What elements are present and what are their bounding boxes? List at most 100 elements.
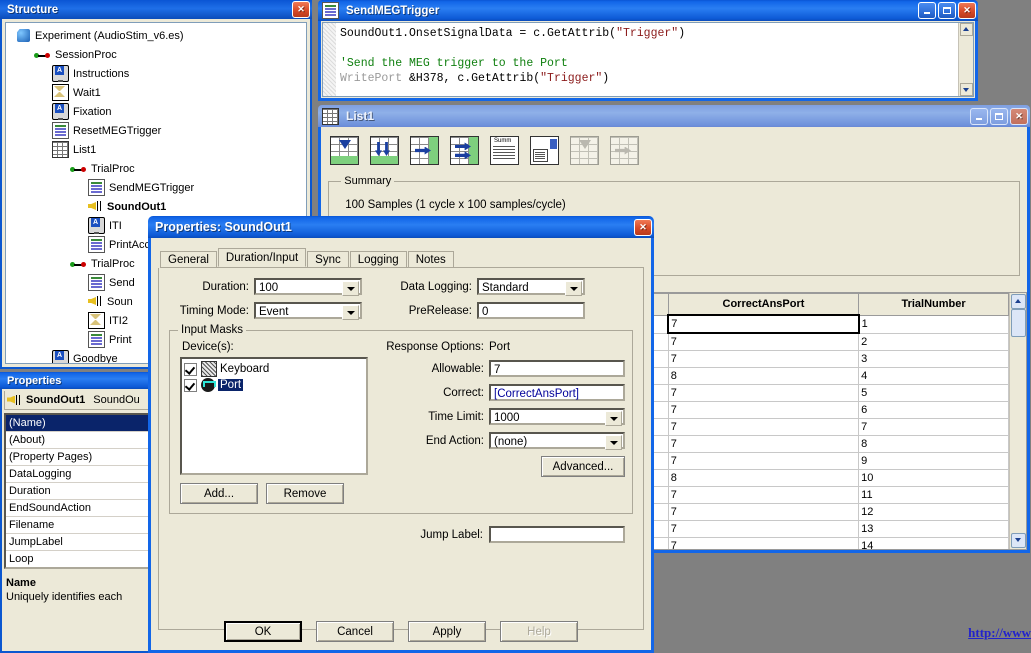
table-cell[interactable]: 11 — [859, 487, 1009, 504]
code-editor[interactable]: SoundOut1.OnsetSignalData = c.GetAttrib(… — [322, 22, 974, 97]
timing-mode-combo[interactable]: Event — [254, 302, 362, 319]
ok-button[interactable]: OK — [224, 621, 302, 642]
table-cell[interactable]: 3 — [859, 351, 1009, 368]
checkbox-checked-icon[interactable] — [184, 363, 197, 376]
property-row[interactable]: DataLogging — [6, 466, 149, 483]
table-cell[interactable]: 2 — [859, 333, 1009, 351]
duration-combo[interactable]: 100 — [254, 278, 362, 295]
table-cell[interactable]: 7 — [859, 419, 1009, 436]
tree-item-fixation[interactable]: Fixation — [6, 102, 306, 121]
table-cell[interactable]: 7 — [668, 351, 858, 368]
scroll-down-icon[interactable] — [960, 83, 973, 96]
table-cell[interactable]: 7 — [668, 333, 858, 351]
property-row[interactable]: Filename — [6, 517, 149, 534]
table-cell[interactable]: 7 — [668, 315, 858, 333]
properties-list[interactable]: (Name)(About)(Property Pages)DataLogging… — [4, 413, 151, 569]
tab-duration-input[interactable]: Duration/Input — [218, 248, 306, 267]
table-cell[interactable]: 8 — [668, 368, 858, 385]
table-cell[interactable]: 12 — [859, 504, 1009, 521]
table-cell[interactable]: 14 — [859, 538, 1009, 550]
maximize-icon[interactable] — [990, 108, 1008, 125]
list1-titlebar[interactable]: List1 ✕ — [318, 105, 1030, 127]
property-row[interactable]: EndSoundAction — [6, 500, 149, 517]
code-scrollbar[interactable] — [958, 23, 973, 96]
edit-list-icon[interactable] — [526, 132, 563, 169]
add-level-icon[interactable] — [326, 132, 363, 169]
dialog-titlebar[interactable]: Properties: SoundOut1 ✕ — [148, 216, 654, 238]
table-cell[interactable]: 7 — [668, 419, 858, 436]
add-multiple-attributes-icon[interactable] — [446, 132, 483, 169]
table-cell[interactable]: 13 — [859, 521, 1009, 538]
table-cell[interactable]: 6 — [859, 402, 1009, 419]
remove-device-button[interactable]: Remove — [266, 483, 344, 504]
tree-item-sessionproc[interactable]: SessionProc — [6, 45, 306, 64]
close-icon[interactable]: ✕ — [1010, 108, 1028, 125]
cancel-button[interactable]: Cancel — [316, 621, 394, 642]
property-row[interactable]: (Name) — [6, 415, 149, 432]
chevron-down-icon[interactable] — [342, 305, 359, 320]
table-cell[interactable]: 8 — [859, 436, 1009, 453]
end-action-combo[interactable]: (none) — [489, 432, 625, 449]
tree-item-sendmegtrigger[interactable]: SendMEGTrigger — [6, 178, 306, 197]
scroll-thumb[interactable] — [1011, 309, 1026, 337]
properties-object-selector[interactable]: SoundOut1 SoundOu — [4, 391, 151, 410]
tree-item-wait1[interactable]: Wait1 — [6, 83, 306, 102]
tree-item-resetmegtrigger[interactable]: ResetMEGTrigger — [6, 121, 306, 140]
table-cell[interactable]: 4 — [859, 368, 1009, 385]
code-window-titlebar[interactable]: SendMEGTrigger ✕ — [318, 0, 978, 21]
maximize-icon[interactable] — [938, 2, 956, 19]
tree-item-list1[interactable]: List1 — [6, 140, 306, 159]
structure-titlebar[interactable]: Structure ✕ — [0, 0, 312, 19]
code-text[interactable]: SoundOut1.OnsetSignalData = c.GetAttrib(… — [336, 23, 958, 96]
tree-item-trialproc[interactable]: TrialProc — [6, 159, 306, 178]
prerelease-input[interactable]: 0 — [477, 302, 585, 319]
property-row[interactable]: (About) — [6, 432, 149, 449]
table-cell[interactable]: 7 — [668, 504, 858, 521]
apply-button[interactable]: Apply — [408, 621, 486, 642]
column-header-correctansport[interactable]: CorrectAnsPort — [668, 294, 858, 316]
property-row[interactable]: (Property Pages) — [6, 449, 149, 466]
advanced-button[interactable]: Advanced... — [541, 456, 625, 477]
column-header-trialnumber[interactable]: TrialNumber — [859, 294, 1009, 316]
close-icon[interactable]: ✕ — [634, 219, 652, 236]
tree-item-instructions[interactable]: Instructions — [6, 64, 306, 83]
table-cell[interactable]: 9 — [859, 453, 1009, 470]
table-cell[interactable]: 1 — [859, 315, 1009, 333]
close-icon[interactable]: ✕ — [292, 1, 310, 18]
table-cell[interactable]: 7 — [668, 538, 858, 550]
device-row[interactable]: Keyboard — [184, 361, 364, 377]
tab-notes[interactable]: Notes — [408, 251, 454, 267]
scroll-down-icon[interactable] — [1011, 533, 1026, 548]
summary-view-icon[interactable]: Summ — [486, 132, 523, 169]
close-icon[interactable]: ✕ — [958, 2, 976, 19]
add-attribute-icon[interactable] — [406, 132, 443, 169]
checkbox-checked-icon[interactable] — [184, 379, 197, 392]
time-limit-combo[interactable]: 1000 — [489, 408, 625, 425]
chevron-down-icon[interactable] — [605, 411, 622, 426]
minimize-icon[interactable] — [970, 108, 988, 125]
table-cell[interactable]: 10 — [859, 470, 1009, 487]
device-row[interactable]: Port — [184, 377, 364, 393]
tree-item-soundout1[interactable]: SoundOut1 — [6, 197, 306, 216]
table-cell[interactable]: 7 — [668, 385, 858, 402]
scroll-up-icon[interactable] — [960, 23, 973, 36]
table-cell[interactable]: 8 — [668, 470, 858, 487]
property-row[interactable]: Duration — [6, 483, 149, 500]
correct-input[interactable]: [CorrectAnsPort] — [489, 384, 625, 401]
datagrid-scrollbar[interactable] — [1009, 293, 1026, 549]
table-cell[interactable]: 7 — [668, 487, 858, 504]
properties-panel-titlebar[interactable]: Properties — [0, 372, 155, 389]
chevron-down-icon[interactable] — [342, 281, 359, 296]
table-cell[interactable]: 7 — [668, 402, 858, 419]
table-cell[interactable]: 7 — [668, 521, 858, 538]
tab-sync[interactable]: Sync — [307, 251, 349, 267]
table-cell[interactable]: 7 — [668, 436, 858, 453]
jump-label-input[interactable] — [489, 526, 625, 543]
devices-list[interactable]: KeyboardPort — [180, 357, 368, 475]
allowable-input[interactable]: 7 — [489, 360, 625, 377]
chevron-down-icon[interactable] — [565, 281, 582, 296]
add-multiple-levels-icon[interactable] — [366, 132, 403, 169]
table-cell[interactable]: 5 — [859, 385, 1009, 402]
data-logging-combo[interactable]: Standard — [477, 278, 585, 295]
minimize-icon[interactable] — [918, 2, 936, 19]
